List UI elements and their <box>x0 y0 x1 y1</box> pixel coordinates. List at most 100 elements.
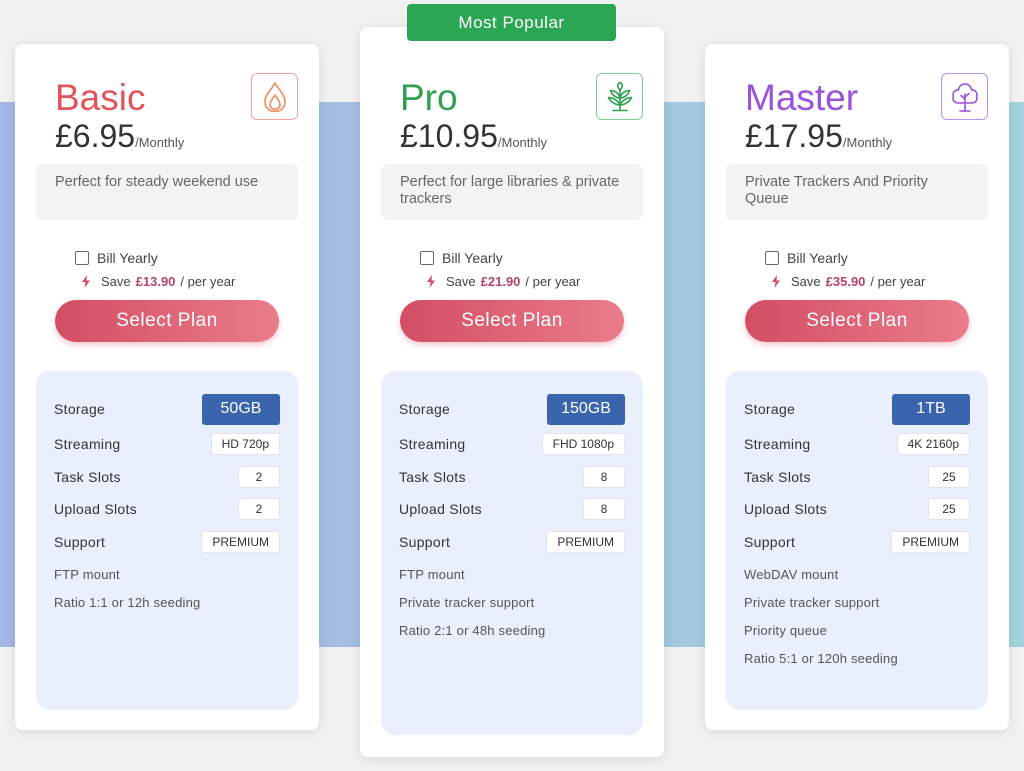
feature-row-upload-slots: Upload Slots 8 <box>399 493 625 526</box>
feature-row-streaming: Streaming HD 720p <box>54 428 280 461</box>
feature-extra: Ratio 2:1 or 48h seeding <box>399 622 546 638</box>
feature-value: 25 <box>928 465 970 488</box>
plan-name: Pro <box>400 77 458 118</box>
feature-value: PREMIUM <box>546 530 625 553</box>
feature-extra: Priority queue <box>744 622 828 638</box>
bill-yearly-label: Bill Yearly <box>442 250 503 266</box>
feature-label: Support <box>399 533 451 550</box>
feature-value: 2 <box>238 465 280 488</box>
save-amount: £21.90 <box>480 274 521 289</box>
feature-label: Streaming <box>399 436 466 453</box>
storage-badge: 1TB <box>892 393 970 425</box>
feature-label: Support <box>744 533 796 550</box>
save-amount: £13.90 <box>135 274 176 289</box>
feature-extra: Ratio 5:1 or 120h seeding <box>744 650 898 666</box>
bill-yearly-toggle[interactable]: Bill Yearly <box>765 250 848 266</box>
feature-row-storage: Storage 1TB <box>744 390 970 428</box>
plan-description: Perfect for steady weekend use <box>36 164 298 220</box>
feature-row-streaming: Streaming 4K 2160p <box>744 428 970 461</box>
feature-label: Support <box>54 533 106 550</box>
lightning-icon <box>82 275 90 288</box>
plan-card-basic: Basic £6.95 /Monthly Perfect for steady … <box>15 44 319 730</box>
feature-label: Upload Slots <box>54 501 137 518</box>
feature-panel: Storage 150GB Streaming FHD 1080p Task S… <box>381 371 643 735</box>
yearly-savings: Save £21.90 / per year <box>426 274 580 289</box>
feature-extra: FTP mount <box>54 566 120 582</box>
plan-price: £6.95 <box>55 118 136 154</box>
feature-row-storage: Storage 50GB <box>54 390 280 428</box>
save-suffix: / per year <box>525 274 581 289</box>
feature-extra: WebDAV mount <box>744 566 839 582</box>
feature-label: Upload Slots <box>399 501 482 518</box>
bill-yearly-checkbox[interactable] <box>765 251 779 265</box>
select-plan-button[interactable]: Select Plan <box>400 300 624 342</box>
feature-value: FHD 1080p <box>541 433 625 456</box>
storage-badge: 50GB <box>202 393 280 425</box>
yearly-savings: Save £13.90 / per year <box>81 274 235 289</box>
feature-value: 2 <box>238 498 280 521</box>
feature-label: Storage <box>399 401 451 417</box>
most-popular-badge: Most Popular <box>407 4 616 41</box>
plan-name: Master <box>745 77 859 118</box>
feature-row-support: Support PREMIUM <box>399 526 625 559</box>
save-prefix: Save <box>101 274 131 289</box>
feature-extra: FTP mount <box>399 566 465 582</box>
feature-row-upload-slots: Upload Slots 2 <box>54 493 280 526</box>
feature-row-support: Support PREMIUM <box>54 526 280 559</box>
bill-yearly-toggle[interactable]: Bill Yearly <box>420 250 503 266</box>
bill-yearly-toggle[interactable]: Bill Yearly <box>75 250 158 266</box>
feature-value: 8 <box>583 465 625 488</box>
bill-yearly-checkbox[interactable] <box>420 251 434 265</box>
feature-label: Streaming <box>744 436 811 453</box>
price-row: £17.95 /Monthly <box>745 118 892 155</box>
select-plan-button[interactable]: Select Plan <box>745 300 969 342</box>
plan-period: /Monthly <box>497 135 548 150</box>
feature-value: 8 <box>583 498 625 521</box>
sprout-icon <box>596 73 643 120</box>
plan-period: /Monthly <box>135 135 185 150</box>
feature-value: PREMIUM <box>201 530 280 553</box>
feature-extra: Private tracker support <box>744 594 880 610</box>
save-suffix: / per year <box>180 274 236 289</box>
plan-price: £17.95 <box>745 118 843 154</box>
storage-badge: 150GB <box>547 393 625 425</box>
save-amount: £35.90 <box>825 274 866 289</box>
feature-row-upload-slots: Upload Slots 25 <box>744 493 970 526</box>
feature-value: HD 720p <box>210 433 280 456</box>
plan-card-master: Master £17.95 /Monthly Private Trackers … <box>705 44 1009 730</box>
lightning-icon <box>427 275 435 288</box>
plan-name: Basic <box>55 77 146 118</box>
yearly-savings: Save £35.90 / per year <box>771 274 925 289</box>
bill-yearly-checkbox[interactable] <box>75 251 89 265</box>
price-row: £10.95 /Monthly <box>400 118 547 155</box>
feature-label: Storage <box>744 401 796 417</box>
save-prefix: Save <box>446 274 476 289</box>
feature-row-support: Support PREMIUM <box>744 526 970 559</box>
tree-icon <box>941 73 988 120</box>
plan-description: Perfect for large libraries & private tr… <box>381 164 643 220</box>
feature-label: Task Slots <box>744 468 811 485</box>
price-row: £6.95 /Monthly <box>55 118 184 155</box>
feature-extra: Ratio 1:1 or 12h seeding <box>54 594 201 610</box>
feature-panel: Storage 50GB Streaming HD 720p Task Slot… <box>36 371 298 710</box>
plan-period: /Monthly <box>842 135 893 150</box>
feature-label: Task Slots <box>399 468 466 485</box>
feature-row-task-slots: Task Slots 8 <box>399 461 625 494</box>
feature-label: Streaming <box>54 436 121 453</box>
feature-row-task-slots: Task Slots 25 <box>744 461 970 494</box>
feature-row-storage: Storage 150GB <box>399 390 625 428</box>
select-plan-button[interactable]: Select Plan <box>55 300 279 342</box>
plan-description: Private Trackers And Priority Queue <box>726 164 988 220</box>
feature-value: 4K 2160p <box>896 433 970 456</box>
feature-value: PREMIUM <box>891 530 970 553</box>
plan-card-pro: Pro £10.95 /Monthly Perfect for large li… <box>360 27 664 757</box>
save-suffix: / per year <box>870 274 926 289</box>
feature-panel: Storage 1TB Streaming 4K 2160p Task Slot… <box>726 371 988 710</box>
feature-value: 25 <box>928 498 970 521</box>
bill-yearly-label: Bill Yearly <box>787 250 848 266</box>
feature-extra: Private tracker support <box>399 594 535 610</box>
feature-row-streaming: Streaming FHD 1080p <box>399 428 625 461</box>
plan-price: £10.95 <box>400 118 498 154</box>
feature-label: Upload Slots <box>744 501 827 518</box>
lightning-icon <box>772 275 780 288</box>
